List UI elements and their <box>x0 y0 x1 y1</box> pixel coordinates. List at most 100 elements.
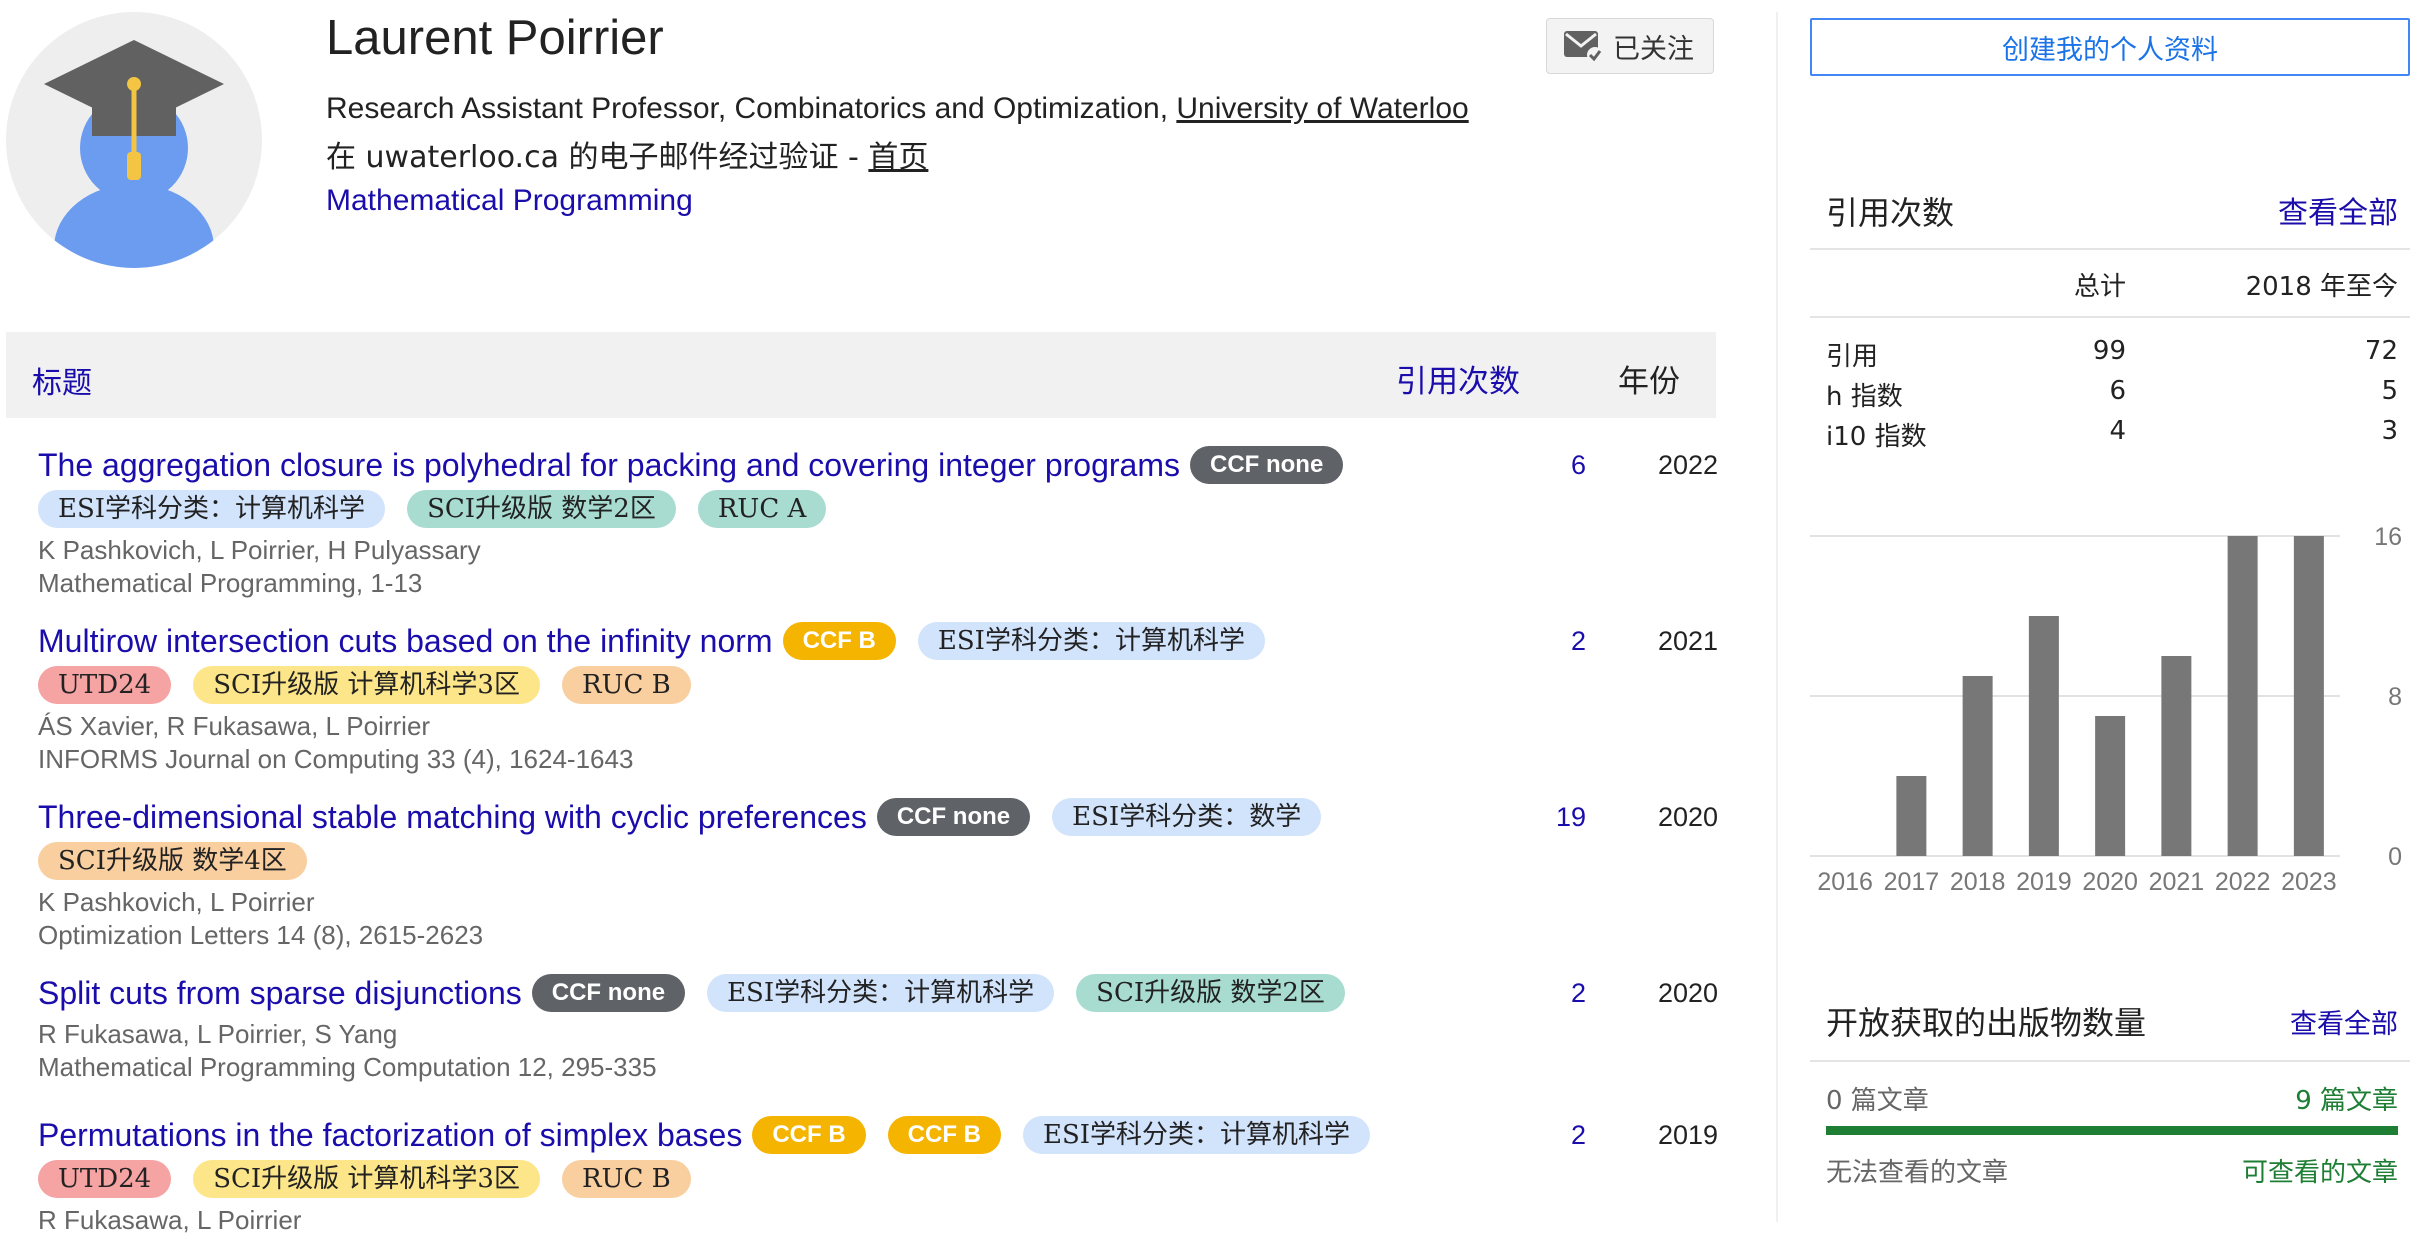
tag-ccf-b: CCF B <box>887 1116 1001 1154</box>
stat-label[interactable]: i10 指数 <box>1826 416 1927 453</box>
oa-available-count: 9 篇文章 <box>2295 1086 2398 1116</box>
stat-label[interactable]: h 指数 <box>1826 376 1903 413</box>
stat-since: 72 <box>2364 336 2398 366</box>
paper-title-link[interactable]: Multirow intersection cuts based on the … <box>38 623 773 660</box>
tag-teal: RUC A <box>697 490 827 528</box>
chart-bar <box>2227 536 2258 856</box>
col-total: 总计 <box>2073 272 2126 302</box>
x-tick-label: 2020 <box>2082 868 2138 896</box>
table-row: Split cuts from sparse disjunctions CCF n… <box>38 974 1718 1084</box>
cited-by-heading: 引用次数 <box>1826 194 1955 232</box>
x-tick-label: 2018 <box>1950 868 2006 896</box>
interest-link[interactable]: Mathematical Programming <box>326 184 693 218</box>
tag-orange: RUC B <box>561 1160 691 1198</box>
column-divider <box>1776 12 1778 1222</box>
y-tick-label: 0 <box>2388 843 2402 871</box>
cited-count-link[interactable]: 6 <box>1516 450 1586 481</box>
tag-red: UTD24 <box>38 1160 172 1198</box>
tag-teal: SCI升级版 数学2区 <box>1076 974 1345 1012</box>
tag-ccf-none: CCF none <box>876 798 1031 836</box>
paper-year: 2022 <box>1658 450 1719 480</box>
stat-total: 4 <box>2109 416 2126 446</box>
chart-bar <box>2161 656 2192 856</box>
tag-orange: SCI升级版 数学4区 <box>38 842 307 880</box>
sort-by-cited[interactable]: 引用次数 <box>1396 356 1520 401</box>
sort-by-title[interactable]: 标题 <box>32 358 92 402</box>
profile-affiliation: Research Assistant Professor, Combinator… <box>326 92 1469 126</box>
cited-count-link[interactable]: 2 <box>1516 626 1586 657</box>
paper-venue: Mathematical Programming Computation 12,… <box>38 1052 657 1082</box>
paper-title-link[interactable]: Permutations in the factorization of sim… <box>38 1117 742 1154</box>
affiliation-text: Research Assistant Professor, Combinator… <box>326 92 1177 125</box>
tag-ccf-none: CCF none <box>1189 446 1344 484</box>
stat-label[interactable]: 引用 <box>1826 336 1878 373</box>
chart-bar <box>2028 616 2059 856</box>
oa-unavailable-label: 无法查看的文章 <box>1826 1158 2009 1188</box>
sort-by-year[interactable]: 年份 <box>1618 356 1680 401</box>
table-row: Three-dimensional stable matching with c… <box>38 798 1718 952</box>
cited-count-link[interactable]: 19 <box>1516 802 1586 833</box>
col-since: 2018 年至今 <box>2245 272 2398 302</box>
tag-esi: ESI学科分类：计算机科学 <box>38 490 386 528</box>
x-tick-label: 2019 <box>2016 868 2072 896</box>
tag-ccf-none: CCF none <box>531 974 686 1012</box>
tag-yellow: SCI升级版 计算机科学3区 <box>193 666 540 704</box>
chart-bar <box>1962 676 1993 856</box>
stat-total: 99 <box>2092 336 2126 366</box>
paper-title-link[interactable]: Split cuts from sparse disjunctions <box>38 975 522 1012</box>
y-tick-label: 8 <box>2388 683 2402 711</box>
chart-bar <box>1896 776 1927 856</box>
tag-esi: ESI学科分类：计算机科学 <box>917 622 1265 660</box>
cited-count-link[interactable]: 2 <box>1516 978 1586 1009</box>
y-tick-label: 16 <box>2374 523 2402 551</box>
divider <box>1810 248 2410 250</box>
tag-red: UTD24 <box>38 666 172 704</box>
tag-ccf-b: CCF B <box>782 622 896 660</box>
open-access-bar <box>1826 1126 2398 1135</box>
paper-authors: R Fukasawa, L Poirrier, S Yang <box>38 1019 398 1049</box>
cited-count-link[interactable]: 2 <box>1516 1120 1586 1151</box>
table-row: Permutations in the factorization of sim… <box>38 1116 1718 1237</box>
x-tick-label: 2023 <box>2281 868 2337 896</box>
oa-available-label: 可查看的文章 <box>2241 1158 2398 1188</box>
stat-total: 6 <box>2109 376 2126 406</box>
paper-venue: INFORMS Journal on Computing 33 (4), 162… <box>38 744 634 774</box>
paper-authors: K Pashkovich, L Poirrier, H Pulyassary <box>38 535 481 565</box>
open-access-heading: 开放获取的出版物数量 <box>1826 1004 2147 1042</box>
paper-venue: Mathematical Programming, 1-13 <box>38 568 423 598</box>
paper-authors: K Pashkovich, L Poirrier <box>38 887 315 917</box>
paper-year: 2020 <box>1658 978 1719 1008</box>
tag-esi: ESI学科分类：计算机科学 <box>1023 1116 1371 1154</box>
stat-since: 5 <box>2381 376 2398 406</box>
email-verified-text: 在 uwaterloo.ca 的电子邮件经过验证 - <box>326 140 869 175</box>
table-row: The aggregation closure is polyhedral fo… <box>38 446 1718 600</box>
tag-esi: ESI学科分类：计算机科学 <box>707 974 1055 1012</box>
x-tick-label: 2017 <box>1884 868 1940 896</box>
affiliation-link[interactable]: University of Waterloo <box>1176 92 1468 125</box>
tag-teal: SCI升级版 数学2区 <box>407 490 676 528</box>
paper-venue: Optimization Letters 14 (8), 2615-2623 <box>38 920 484 950</box>
paper-title-link[interactable]: Three-dimensional stable matching with c… <box>38 799 867 836</box>
scholar-avatar-icon <box>44 40 224 268</box>
paper-year: 2020 <box>1658 802 1719 832</box>
paper-authors: ÁS Xavier, R Fukasawa, L Poirrier <box>38 711 431 741</box>
citations-bar-chart: 0 8 16 2016 2017 2018 2019 2020 2021 2022 2023 <box>1810 523 2402 896</box>
avatar <box>6 12 262 268</box>
x-tick-label: 2022 <box>2215 868 2271 896</box>
table-row: Multirow intersection cuts based on the … <box>38 622 1718 776</box>
cited-by-view-all[interactable]: 查看全部 <box>2276 188 2398 232</box>
profile-name: Laurent Poirrier <box>326 11 664 65</box>
stat-since: 3 <box>2381 416 2398 446</box>
chart-bar <box>2095 716 2126 856</box>
paper-title-link[interactable]: The aggregation closure is polyhedral fo… <box>38 447 1180 484</box>
tag-orange: RUC B <box>561 666 691 704</box>
paper-year: 2019 <box>1658 1120 1719 1150</box>
homepage-link[interactable]: 首页 <box>868 140 928 175</box>
open-access-view-all[interactable]: 查看全部 <box>2258 1002 2398 1041</box>
divider <box>1810 1060 2410 1062</box>
divider <box>1810 316 2410 318</box>
create-profile-button[interactable]: 创建我的个人资料 <box>1810 18 2410 76</box>
tag-yellow: SCI升级版 计算机科学3区 <box>193 1160 540 1198</box>
follow-button[interactable]: 已关注 <box>1546 18 1714 74</box>
x-tick-label: 2016 <box>1817 868 1873 896</box>
